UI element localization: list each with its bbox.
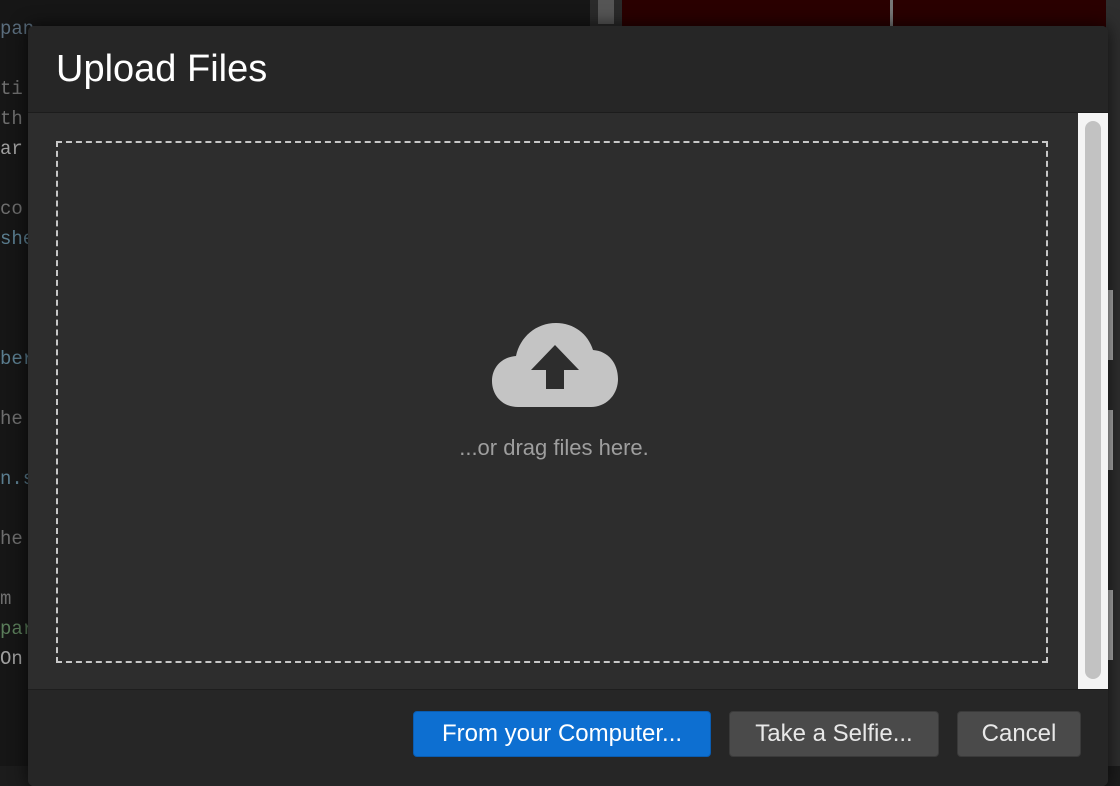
upload-files-dialog: Upload Files ...or drag files here. From… — [28, 26, 1108, 786]
dialog-footer: From your Computer... Take a Selfie... C… — [28, 689, 1108, 786]
code-line: ti — [0, 78, 23, 100]
edge-mark — [1108, 590, 1113, 660]
dialog-header: Upload Files — [28, 26, 1108, 113]
cloud-upload-icon — [492, 323, 618, 407]
code-line: m — [0, 588, 12, 610]
take-selfie-button[interactable]: Take a Selfie... — [729, 711, 939, 757]
code-line: co — [0, 198, 23, 220]
file-drop-zone[interactable]: ...or drag files here. — [56, 141, 1048, 663]
code-line: he — [0, 528, 23, 550]
from-computer-button[interactable]: From your Computer... — [413, 711, 711, 757]
cancel-button[interactable]: Cancel — [957, 711, 1081, 757]
divider-handle — [598, 0, 614, 24]
preview-divider-line — [890, 0, 893, 28]
vertical-scrollbar[interactable] — [1078, 113, 1108, 689]
preview-edge — [1106, 0, 1120, 766]
edge-mark — [1108, 410, 1113, 470]
code-line: On — [0, 648, 23, 670]
code-line: he — [0, 408, 23, 430]
drop-hint-text: ...or drag files here. — [459, 435, 649, 460]
dialog-body: ...or drag files here. — [28, 113, 1108, 689]
code-line: ar — [0, 138, 23, 160]
scrollbar-thumb[interactable] — [1085, 121, 1101, 679]
edge-mark — [1108, 290, 1113, 360]
dialog-title: Upload Files — [56, 48, 268, 90]
code-line: th — [0, 108, 23, 130]
